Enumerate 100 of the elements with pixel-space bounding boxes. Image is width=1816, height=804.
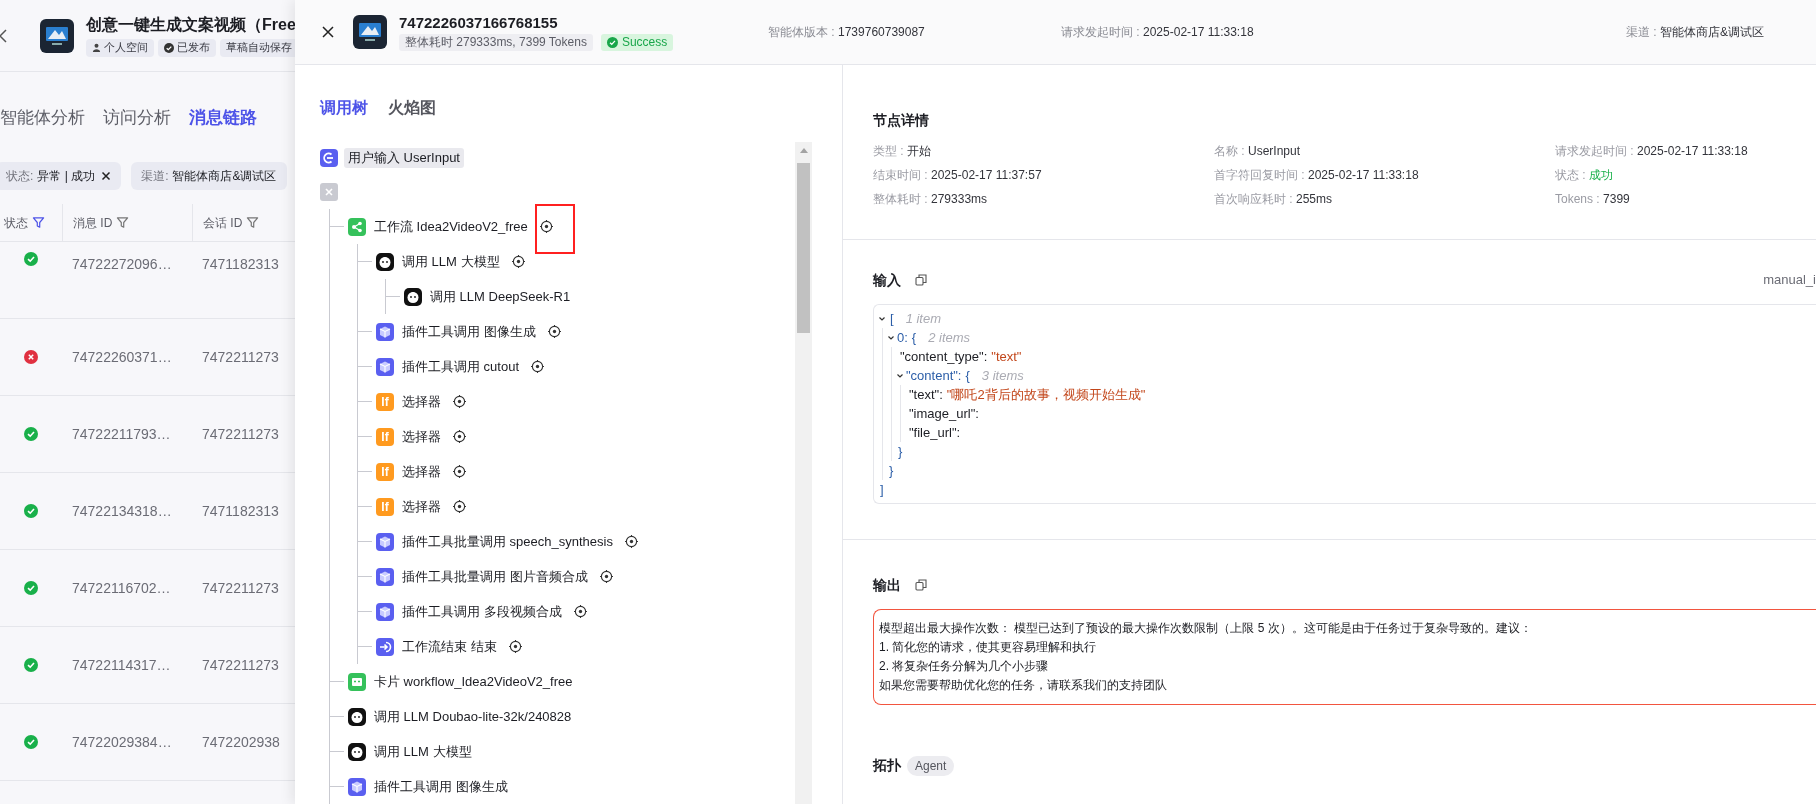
tag: 草稿自动保存 — [220, 38, 295, 57]
locate-icon[interactable] — [539, 220, 553, 233]
locate-icon[interactable] — [453, 395, 466, 408]
locate-icon[interactable] — [624, 535, 638, 548]
tree-node[interactable]: 用户输入 UserInput — [344, 147, 464, 168]
json-key: "file_url": — [909, 423, 961, 442]
output-line: 1. 简化您的请求，使其更容易理解和执行 — [879, 639, 1098, 656]
cube-icon — [376, 322, 394, 341]
tree-node[interactable]: 工作流 Idea2VideoV2_free — [372, 216, 530, 237]
copy-icon[interactable] — [915, 579, 927, 591]
section-title: 输出 — [873, 575, 901, 595]
json-bracket: { — [965, 367, 970, 385]
filter-chip[interactable]: 状态: 异常 | 成功 — [0, 162, 122, 190]
locate-icon[interactable] — [511, 255, 525, 268]
tree-node[interactable]: 选择器 — [400, 461, 443, 482]
item-count: 1 item — [905, 310, 942, 328]
tree-node[interactable]: 插件工具批量调用 speech_synthesis — [400, 531, 615, 552]
detail-field: 类型 : 开始 — [873, 141, 1214, 161]
tab[interactable]: 调用树 — [320, 95, 368, 120]
caret-down-icon[interactable] — [896, 371, 904, 380]
json-key: "content": — [906, 366, 962, 385]
face-icon — [376, 252, 394, 271]
detail-field: 名称 : UserInput — [1214, 141, 1555, 161]
tree-node[interactable]: 选择器 — [400, 426, 443, 447]
column-header[interactable]: 状态 — [0, 204, 62, 241]
caret-down-icon[interactable] — [878, 314, 886, 323]
json-key: "image_url": — [909, 404, 979, 423]
input-icon — [320, 148, 338, 167]
table-cell: 7472211273 — [202, 657, 279, 673]
tree-node[interactable]: 卡片 workflow_Idea2VideoV2_free — [372, 671, 575, 692]
app-title: 创意一键生成文案视频（Free — [86, 14, 295, 35]
tab[interactable]: 智能体分析 — [0, 105, 85, 131]
if-icon: If — [376, 462, 394, 481]
tag: 个人空间 — [86, 38, 154, 57]
tree-node[interactable]: 工作流结束 结束 — [400, 636, 499, 657]
detail-field: 首次响应耗时 : 255ms — [1214, 189, 1555, 209]
tree-node[interactable]: 调用 LLM 大模型 — [372, 741, 474, 762]
scrollbar[interactable] — [795, 142, 812, 804]
section-title: 节点详情 — [873, 111, 930, 130]
check-circle-icon — [164, 42, 174, 53]
json-bracket: [ — [890, 310, 894, 328]
tab[interactable]: 访问分析 — [103, 105, 171, 131]
locate-icon[interactable] — [453, 430, 466, 443]
tree-node[interactable]: 插件工具调用 cutout — [400, 356, 522, 377]
detail-field: 结束时间 : 2025-02-17 11:37:57 — [873, 165, 1214, 185]
filter-chip[interactable]: 渠道: 智能体商店&调试区 — [131, 162, 287, 190]
tree-node[interactable]: 插件工具调用 图像生成 — [400, 321, 538, 342]
item-count: 3 items — [981, 367, 1024, 385]
cube-icon — [376, 602, 394, 621]
detail-field: 首字符回复时间 : 2025-02-17 11:33:18 — [1214, 165, 1555, 185]
json-bracket: } — [888, 462, 895, 480]
tree-node[interactable]: 调用 LLM DeepSeek-R1 — [428, 286, 573, 307]
table-cell: 7472202938 — [202, 734, 280, 750]
face-icon — [404, 287, 422, 306]
tree-node[interactable]: 选择器 — [400, 391, 443, 412]
check-circle-icon — [606, 37, 618, 48]
table-cell: 74722260371… — [72, 349, 172, 365]
tab[interactable]: 火焰图 — [388, 95, 436, 120]
tree-node[interactable]: 调用 LLM Doubao-lite-32k/240828 — [372, 706, 574, 727]
detail-field: Tokens : 7399 — [1555, 189, 1816, 209]
locate-icon[interactable] — [547, 325, 561, 338]
output-line: 如果您需要帮助优化您的任务，请联系我们的支持团队 — [879, 677, 1168, 694]
face-icon — [348, 742, 366, 761]
locate-icon[interactable] — [453, 500, 466, 513]
exit-icon — [376, 637, 394, 656]
tree-node[interactable]: 插件工具调用 多段视频合成 — [400, 601, 564, 622]
table-cell: 74722029384… — [72, 734, 172, 750]
if-icon: If — [376, 427, 394, 446]
json-bracket: ] — [879, 481, 885, 499]
tree-node[interactable]: 选择器 — [400, 496, 443, 517]
copy-icon[interactable] — [915, 274, 927, 286]
section-title: 拓扑 — [873, 756, 901, 775]
source-label: manual_i — [1763, 271, 1816, 290]
output-line: 2. 将复杂任务分解为几个小步骤 — [879, 658, 1050, 675]
tree-node[interactable]: 插件工具调用 图像生成 — [372, 776, 510, 797]
caret-down-icon[interactable] — [887, 333, 895, 342]
table-cell: 7472211273 — [202, 426, 279, 442]
table-cell: 7471182313 — [202, 256, 279, 272]
locate-icon[interactable] — [508, 640, 522, 653]
locate-icon[interactable] — [531, 360, 545, 373]
locate-icon[interactable] — [453, 465, 466, 478]
back-icon — [0, 27, 8, 44]
meta-field: 渠道 : 智能体商店&调试区 — [1626, 23, 1765, 41]
locate-icon[interactable] — [599, 570, 613, 583]
tab[interactable]: 消息链路 — [189, 105, 257, 131]
cube-icon — [376, 567, 394, 586]
workflow-icon — [348, 217, 366, 236]
table-cell: 74722211793… — [72, 426, 171, 442]
locate-icon[interactable] — [573, 605, 587, 618]
card-icon — [348, 672, 366, 691]
table-cell: 7472211273 — [202, 349, 279, 365]
json-key: "text": — [909, 385, 943, 404]
tree-node[interactable]: 调用 LLM 大模型 — [400, 251, 502, 272]
app-logo — [353, 15, 387, 49]
section-title: 输入 — [873, 270, 901, 290]
column-header[interactable]: 消息 ID — [62, 204, 192, 241]
person-icon — [92, 43, 101, 52]
scrollbar-thumb[interactable] — [797, 163, 810, 333]
tree-node[interactable]: 插件工具批量调用 图片音频合成 — [400, 566, 590, 587]
collapse-icon — [324, 187, 334, 197]
